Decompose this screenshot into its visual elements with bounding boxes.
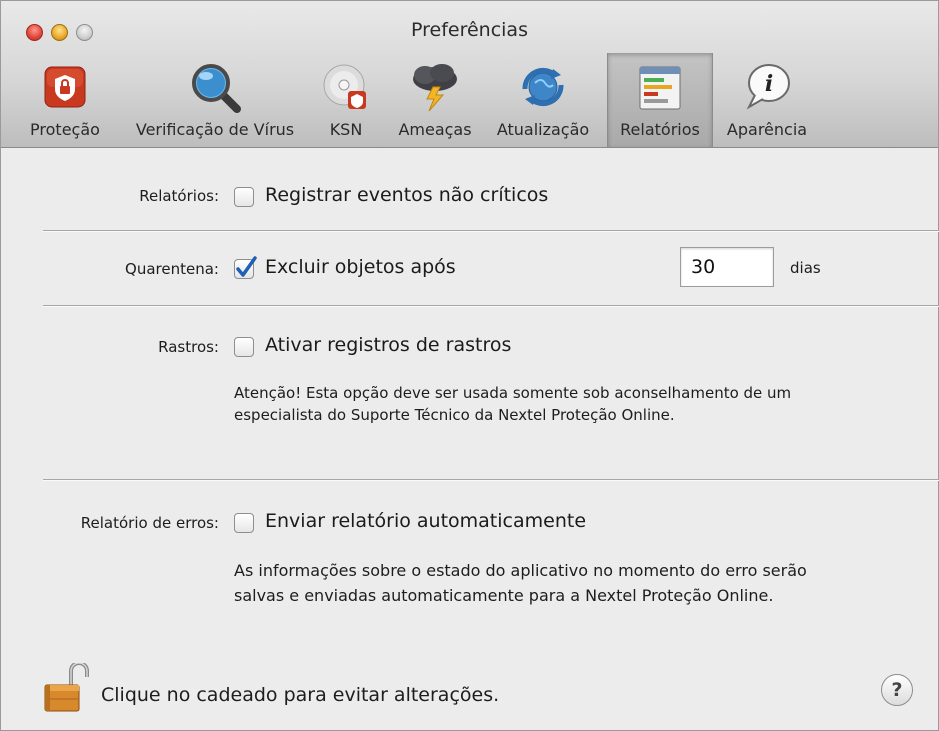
tab-verificacao[interactable]: Verificação de Vírus [117,53,313,147]
tab-relatorios[interactable]: Relatórios [607,53,713,147]
reports-checkbox-label[interactable]: Registrar eventos não críticos [265,184,548,206]
shield-icon [37,59,93,115]
error-report-row-label: Relatório de erros: [80,514,219,532]
error-report-note-line2: salvas e enviadas automaticamente para a… [234,586,774,605]
tab-atualizacao-label: Atualização [496,120,590,139]
title-toolbar: Preferências Proteção Verificação de Vír… [1,1,938,148]
error-report-checkbox[interactable] [234,513,254,533]
tab-protecao-label: Proteção [30,120,100,139]
preferences-toolbar: Proteção Verificação de Vírus KSN Ameaça… [1,53,938,147]
report-icon [632,59,688,115]
separator [43,305,939,307]
magnifier-icon [187,59,243,115]
quarantine-days-input[interactable] [680,247,774,287]
tab-ksn-label: KSN [329,120,363,139]
traces-checkbox[interactable] [234,337,254,357]
error-report-note: As informações sobre o estado do aplicat… [234,558,807,608]
window-title: Preferências [411,19,528,41]
storm-cloud-icon [407,59,463,115]
quarantine-checkbox[interactable] [234,256,257,279]
lock-icon[interactable] [43,661,91,713]
separator [43,230,939,232]
tab-ameacas[interactable]: Ameaças [385,53,485,147]
tab-aparencia[interactable]: i Aparência [719,53,815,147]
tab-relatorios-label: Relatórios [620,120,700,139]
reports-checkbox[interactable] [234,187,254,207]
tab-protecao[interactable]: Proteção [19,53,111,147]
quarantine-checkbox-label[interactable]: Excluir objetos após [265,256,456,278]
svg-text:i: i [765,71,773,97]
checkmark-icon [236,256,257,277]
tab-ameacas-label: Ameaças [398,120,472,139]
error-report-note-line1: As informações sobre o estado do aplicat… [234,561,807,580]
disc-icon [318,59,374,115]
help-button[interactable]: ? [881,674,913,706]
preferences-window: Preferências Proteção Verificação de Vír… [0,0,939,731]
separator [43,479,939,481]
info-bubble-icon: i [739,59,795,115]
traces-checkbox-label[interactable]: Ativar registros de rastros [265,334,511,356]
traces-note: Atenção! Esta opção deve ser usada somen… [234,382,791,426]
error-report-checkbox-label[interactable]: Enviar relatório automaticamente [265,510,586,532]
globe-update-icon [515,59,571,115]
traces-row-label: Rastros: [158,338,219,356]
lock-hint-text: Clique no cadeado para evitar alterações… [101,684,500,706]
quarantine-row-label: Quarentena: [125,260,219,278]
tab-verificacao-label: Verificação de Vírus [135,120,295,139]
quarantine-days-unit: dias [790,259,821,277]
tab-atualizacao[interactable]: Atualização [489,53,597,147]
tab-ksn[interactable]: KSN [319,53,373,147]
tab-aparencia-label: Aparência [726,120,808,139]
reports-row-label: Relatórios: [139,187,219,205]
traces-note-line1: Atenção! Esta opção deve ser usada somen… [234,384,792,402]
traces-note-line2: especialista do Suporte Técnico da Nexte… [234,406,675,424]
